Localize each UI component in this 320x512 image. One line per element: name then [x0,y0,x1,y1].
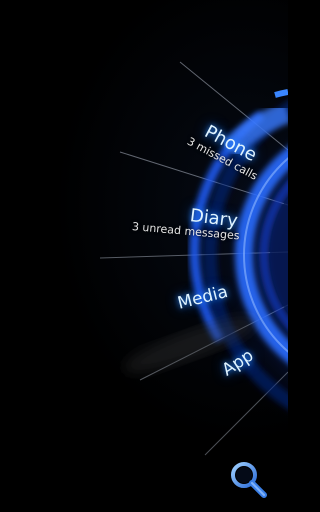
search-icon [231,462,267,498]
search-button[interactable] [226,458,274,502]
radial-dial-background [99,61,288,456]
home-screen: Phone 3 missed calls Diary 3 unread mess… [0,0,288,512]
